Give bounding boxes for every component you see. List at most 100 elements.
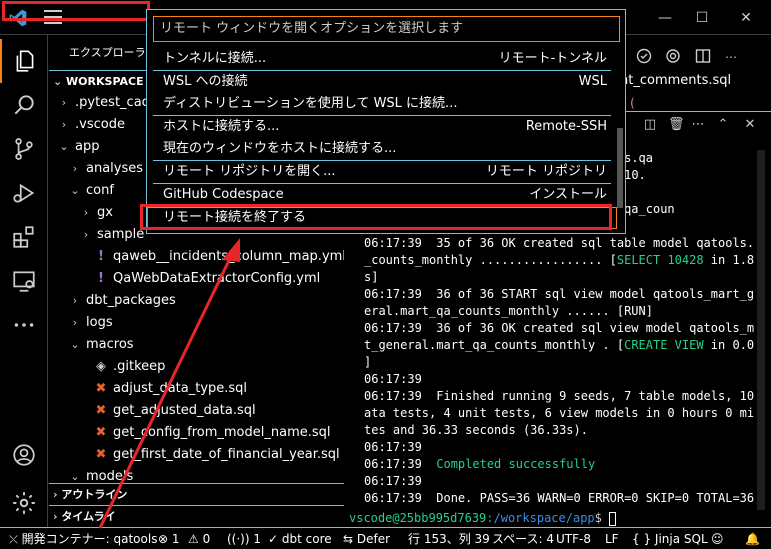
file-item[interactable]: ✖ adjust_data_type.sql: [49, 378, 344, 400]
dbt-status[interactable]: ✓ dbt core: [268, 531, 332, 547]
terminal-text: tes and 36.33 seconds (36.33s).: [364, 423, 588, 437]
file-item[interactable]: ✖ get_config_from_model_name.sql: [49, 422, 344, 444]
quick-pick-item[interactable]: 現在のウィンドウをホストに接続する...: [147, 138, 617, 160]
more-actions-icon[interactable]: ⋯: [690, 117, 706, 133]
quick-pick-item-detail: WSL: [578, 74, 607, 89]
chevron-right-icon: ›: [72, 316, 78, 329]
git-file-icon: ◈: [96, 359, 106, 374]
quick-pick-list: トンネルに接続... リモート-トンネル WSL への接続 WSL ディストリビューショ…: [147, 48, 617, 229]
tree-item-label: analyses: [86, 161, 144, 176]
yml-file-icon: !: [98, 249, 104, 264]
quick-pick-item[interactable]: GitHub Codespace インストール: [147, 184, 617, 206]
terminal-line: ]: [364, 354, 754, 371]
terminal-text: _counts_monthly ................. [: [364, 253, 617, 267]
quick-pick-item[interactable]: ディストリビューションを使用して WSL に接続...: [147, 93, 617, 115]
maximize-button[interactable]: ☐: [692, 8, 712, 28]
terminal-line: 06:17:39 36 of 36 OK created sql view mo…: [364, 320, 754, 337]
close-panel-icon[interactable]: ✕: [742, 117, 758, 133]
file-item[interactable]: ! qaweb__incidents_column_map.yml: [49, 246, 344, 268]
minimize-button[interactable]: —: [655, 8, 675, 28]
file-item[interactable]: ✖ get_first_date_of_financial_year.sql: [49, 444, 344, 466]
terminal-text: 06:17:39 Finished running 9 seeds, 7 tab…: [364, 389, 754, 403]
terminal-line: ata tests, 4 unit tests, 6 view models i…: [364, 405, 754, 422]
terminal-text: 06:17:39: [364, 372, 422, 386]
chevron-up-icon[interactable]: ⌃: [715, 117, 731, 133]
quick-pick-item-label: WSL への接続: [163, 74, 248, 89]
terminal-line: t_general.mart_qa_counts_monthly . [CREA…: [364, 337, 754, 354]
terminal-scrollbar[interactable]: [757, 150, 765, 510]
more-actions-icon[interactable]: ⋯: [725, 50, 737, 64]
folder-item[interactable]: › dbt_packages: [49, 290, 344, 312]
outline-section[interactable]: › アウトライン: [49, 483, 344, 505]
more-icon[interactable]: [0, 303, 48, 347]
file-item[interactable]: ! QaWebDataExtractorConfig.yml: [49, 268, 344, 290]
tree-item-label: get_first_date_of_financial_year.sql: [113, 447, 340, 462]
run-debug-icon[interactable]: [0, 171, 48, 215]
trash-icon[interactable]: 🗑: [668, 117, 685, 133]
split-editor-icon[interactable]: [695, 48, 711, 64]
warnings-count[interactable]: ⚠ 0: [188, 531, 210, 547]
quick-pick-item[interactable]: WSL への接続 WSL: [147, 71, 617, 93]
quick-pick-item-label: GitHub Codespace: [163, 187, 284, 202]
quick-pick-item[interactable]: ホストに接続する... Remote-SSH: [147, 116, 617, 138]
remote-highlight-box: [2, 1, 150, 21]
explorer-icon[interactable]: [0, 39, 48, 83]
close-button[interactable]: ✕: [736, 8, 756, 28]
terminal-line: 06:17:39: [364, 473, 754, 490]
chevron-right-icon: ›: [83, 206, 89, 219]
code-fragment: s (: [620, 96, 635, 110]
source-control-icon[interactable]: [0, 127, 48, 171]
chevron-down-icon: ⌄: [70, 184, 80, 197]
end-of-line[interactable]: LF: [605, 531, 619, 547]
tree-item-label: macros: [86, 337, 134, 352]
copilot-icon[interactable]: ☺: [711, 531, 724, 547]
timeline-section[interactable]: › タイムライ: [49, 505, 344, 527]
quick-pick-item-label: ディストリビューションを使用して WSL に接続...: [163, 96, 458, 111]
folder-item[interactable]: ⌄ macros: [49, 334, 344, 356]
folder-item[interactable]: › logs: [49, 312, 344, 334]
terminal-line: eral.mart_qa_counts_monthly ...... [RUN]: [364, 303, 754, 320]
check-circle-icon[interactable]: [636, 48, 652, 64]
errors-count[interactable]: ⊗ 1: [158, 531, 180, 547]
tree-item-label: .pytest_cach: [75, 95, 158, 110]
terminal-line: tes and 36.33 seconds (36.33s).: [364, 422, 754, 439]
tree-item-label: dbt_packages: [86, 293, 176, 308]
quick-pick-scrollbar[interactable]: [617, 128, 623, 208]
tree-item-label: adjust_data_type.sql: [113, 381, 248, 396]
editor-tab-label[interactable]: nt_comments.sql: [620, 73, 731, 88]
tree-item-label: .vscode: [75, 117, 125, 132]
terminal-text: SELECT 10428: [616, 253, 704, 267]
remote-indicator[interactable]: ⤬ 開発コンテナー: qatools: [9, 531, 157, 547]
search-icon[interactable]: [0, 83, 48, 127]
quick-pick-input[interactable]: リモート ウィンドウを開くオプションを選択します: [153, 16, 620, 42]
chevron-right-icon: ›: [72, 294, 78, 307]
remote-explorer-icon[interactable]: [0, 259, 48, 303]
gear-icon[interactable]: [665, 48, 681, 64]
language-mode[interactable]: { } Jinja SQL: [632, 531, 708, 547]
notifications-bell-icon[interactable]: 🔔: [745, 531, 760, 547]
yml-file-icon: !: [98, 271, 104, 286]
sql-file-icon: ✖: [95, 381, 107, 396]
terminal-text: 06:17:39 Done. PASS=36 WARN=0 ERROR=0 SK…: [364, 491, 754, 505]
quick-pick-item[interactable]: トンネルに接続... リモート-トンネル: [147, 48, 617, 70]
account-icon[interactable]: [0, 433, 48, 477]
file-item[interactable]: ◈ .gitkeep: [49, 356, 344, 378]
sql-file-icon: ✖: [95, 403, 107, 418]
encoding[interactable]: UTF-8: [556, 531, 591, 547]
terminal-text: ]: [364, 355, 372, 369]
terminal-text: s]: [364, 270, 379, 284]
ports-indicator[interactable]: ((·)) 1: [227, 531, 261, 547]
remote-icon: ⤬: [9, 533, 18, 546]
quick-pick-item[interactable]: リモート リポジトリを開く... リモート リポジトリ: [147, 161, 617, 183]
defer-toggle[interactable]: ⇆ Defer: [343, 531, 390, 547]
indentation[interactable]: スペース: 4: [492, 531, 554, 547]
terminal-prompt[interactable]: vscode@25bb995d7639:/workspace/app$: [349, 510, 617, 527]
file-item[interactable]: ✖ get_adjusted_data.sql: [49, 400, 344, 422]
terminal-text: 06:17:39 36 of 36 OK created sql view mo…: [364, 321, 754, 335]
extensions-icon[interactable]: [0, 215, 48, 259]
terminal-line: s]: [364, 269, 754, 286]
chevron-right-icon: ›: [72, 162, 78, 175]
cursor-position[interactable]: 行 153、列 39: [408, 531, 490, 547]
split-terminal-icon[interactable]: ◫: [642, 117, 658, 133]
settings-gear-icon[interactable]: [0, 481, 48, 525]
